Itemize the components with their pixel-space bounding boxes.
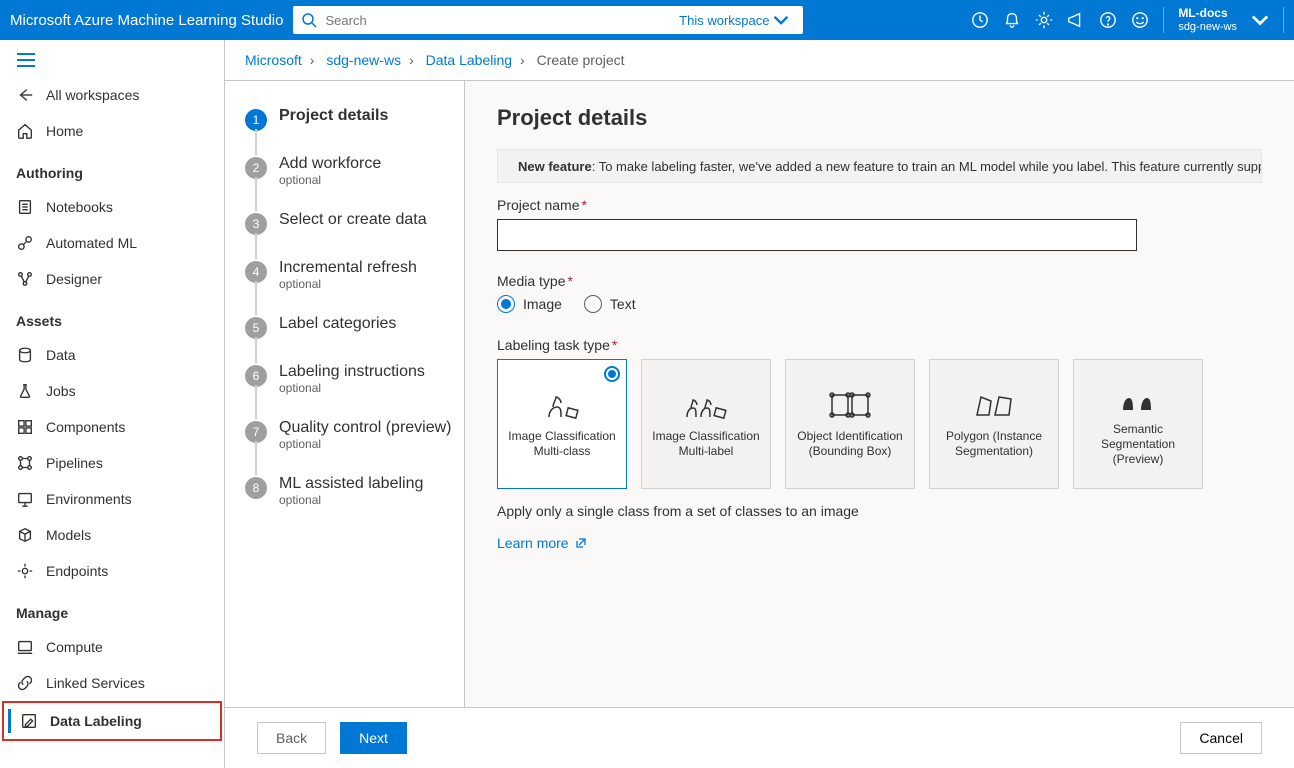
sidebar-item-models[interactable]: Models [0,517,224,553]
brand-title: Microsoft Azure Machine Learning Studio [10,12,283,29]
sidebar-group-manage: Manage [0,589,224,629]
breadcrumb-data-labeling[interactable]: Data Labeling [426,52,512,68]
compute-icon [16,638,34,656]
megaphone-icon[interactable] [1067,11,1085,29]
sidebar-item-automl[interactable]: Automated ML [0,225,224,261]
learn-more-link[interactable]: Learn more [497,535,1262,551]
home-icon [16,122,34,140]
sidebar-item-pipelines[interactable]: Pipelines [0,445,224,481]
step-label-categories[interactable]: 5 Label categories [245,309,454,357]
step-select-data[interactable]: 3 Select or create data [245,205,454,253]
clock-icon[interactable] [971,11,989,29]
wizard-steps: 1 Project details 2 Add workforceoptiona… [225,81,465,707]
chevron-down-icon[interactable] [1251,11,1269,29]
pipelines-icon [16,454,34,472]
notebook-icon [16,198,34,216]
next-button[interactable]: Next [340,722,407,754]
step-incremental-refresh[interactable]: 4 Incremental refreshoptional [245,253,454,309]
bell-icon[interactable] [1003,11,1021,29]
environments-icon [16,490,34,508]
automl-icon [16,234,34,252]
media-type-label: Media type* [497,273,1262,289]
sidebar: All workspaces Home Authoring Notebooks … [0,40,225,768]
search-input[interactable] [323,12,679,29]
breadcrumb-workspace[interactable]: sdg-new-ws [326,52,401,68]
gear-icon[interactable] [1035,11,1053,29]
labeling-icon [20,712,38,730]
hamburger-button[interactable] [0,40,224,77]
step-add-workforce[interactable]: 2 Add workforceoptional [245,149,454,205]
breadcrumb-microsoft[interactable]: Microsoft [245,52,302,68]
project-name-label: Project name* [497,197,1262,213]
sidebar-item-jobs[interactable]: Jobs [0,373,224,409]
multilabel-icon [683,389,729,421]
back-button[interactable]: Back [257,722,326,754]
search-scope-dropdown[interactable]: This workspace [679,12,795,28]
info-banner: New feature: To make labeling faster, we… [497,149,1262,183]
cancel-button[interactable]: Cancel [1180,722,1262,754]
search-icon [301,12,317,28]
task-description: Apply only a single class from a set of … [497,503,1262,519]
sidebar-item-home[interactable]: Home [0,113,224,149]
back-arrow-icon [16,86,34,104]
sidebar-item-endpoints[interactable]: Endpoints [0,553,224,589]
step-labeling-instructions[interactable]: 6 Labeling instructionsoptional [245,357,454,413]
step-quality-control[interactable]: 7 Quality control (preview)optional [245,413,454,469]
search-box[interactable]: This workspace [293,6,803,34]
header-actions: ML-docs sdg-new-ws [971,7,1284,33]
breadcrumb: Microsoft› sdg-new-ws› Data Labeling› Cr… [225,40,1294,81]
task-card-semantic[interactable]: Semantic Segmentation (Preview) [1073,359,1203,489]
breadcrumb-current: Create project [537,52,625,68]
all-workspaces-link[interactable]: All workspaces [0,77,224,113]
panel-heading: Project details [497,105,1262,131]
sidebar-item-environments[interactable]: Environments [0,481,224,517]
sidebar-item-components[interactable]: Components [0,409,224,445]
endpoints-icon [16,562,34,580]
components-icon [16,418,34,436]
smiley-icon[interactable] [1131,11,1149,29]
task-type-label: Labeling task type* [497,337,1262,353]
sidebar-group-assets: Assets [0,297,224,337]
sidebar-item-data-labeling[interactable]: Data Labeling [4,703,220,739]
task-card-polygon[interactable]: Polygon (Instance Segmentation) [929,359,1059,489]
flask-icon [16,382,34,400]
step-ml-assisted[interactable]: 8 ML assisted labelingoptional [245,469,454,525]
project-name-input[interactable] [497,219,1137,251]
models-icon [16,526,34,544]
content-area: Microsoft› sdg-new-ws› Data Labeling› Cr… [225,40,1294,768]
polygon-icon [971,389,1017,421]
chevron-down-icon [773,12,789,28]
wizard-footer: Back Next Cancel [225,707,1294,768]
multiclass-icon [539,389,585,421]
sidebar-item-compute[interactable]: Compute [0,629,224,665]
task-card-multilabel[interactable]: Image Classification Multi-label [641,359,771,489]
media-type-text-radio[interactable]: Text [584,295,636,313]
bounding-box-icon [827,389,873,421]
wizard-panel: Project details New feature: To make lab… [465,81,1294,707]
external-link-icon [575,537,587,549]
account-switcher[interactable]: ML-docs sdg-new-ws [1178,7,1237,32]
help-icon[interactable] [1099,11,1117,29]
sidebar-item-data[interactable]: Data [0,337,224,373]
sidebar-item-designer[interactable]: Designer [0,261,224,297]
semantic-icon [1115,382,1161,414]
step-project-details[interactable]: 1 Project details [245,101,454,149]
link-icon [16,674,34,692]
top-bar: Microsoft Azure Machine Learning Studio … [0,0,1294,40]
task-card-bounding-box[interactable]: Object Identification (Bounding Box) [785,359,915,489]
sidebar-group-authoring: Authoring [0,149,224,189]
sidebar-item-linked-services[interactable]: Linked Services [0,665,224,701]
sidebar-item-notebooks[interactable]: Notebooks [0,189,224,225]
media-type-image-radio[interactable]: Image [497,295,562,313]
task-card-multiclass[interactable]: Image Classification Multi-class [497,359,627,489]
designer-icon [16,270,34,288]
data-icon [16,346,34,364]
